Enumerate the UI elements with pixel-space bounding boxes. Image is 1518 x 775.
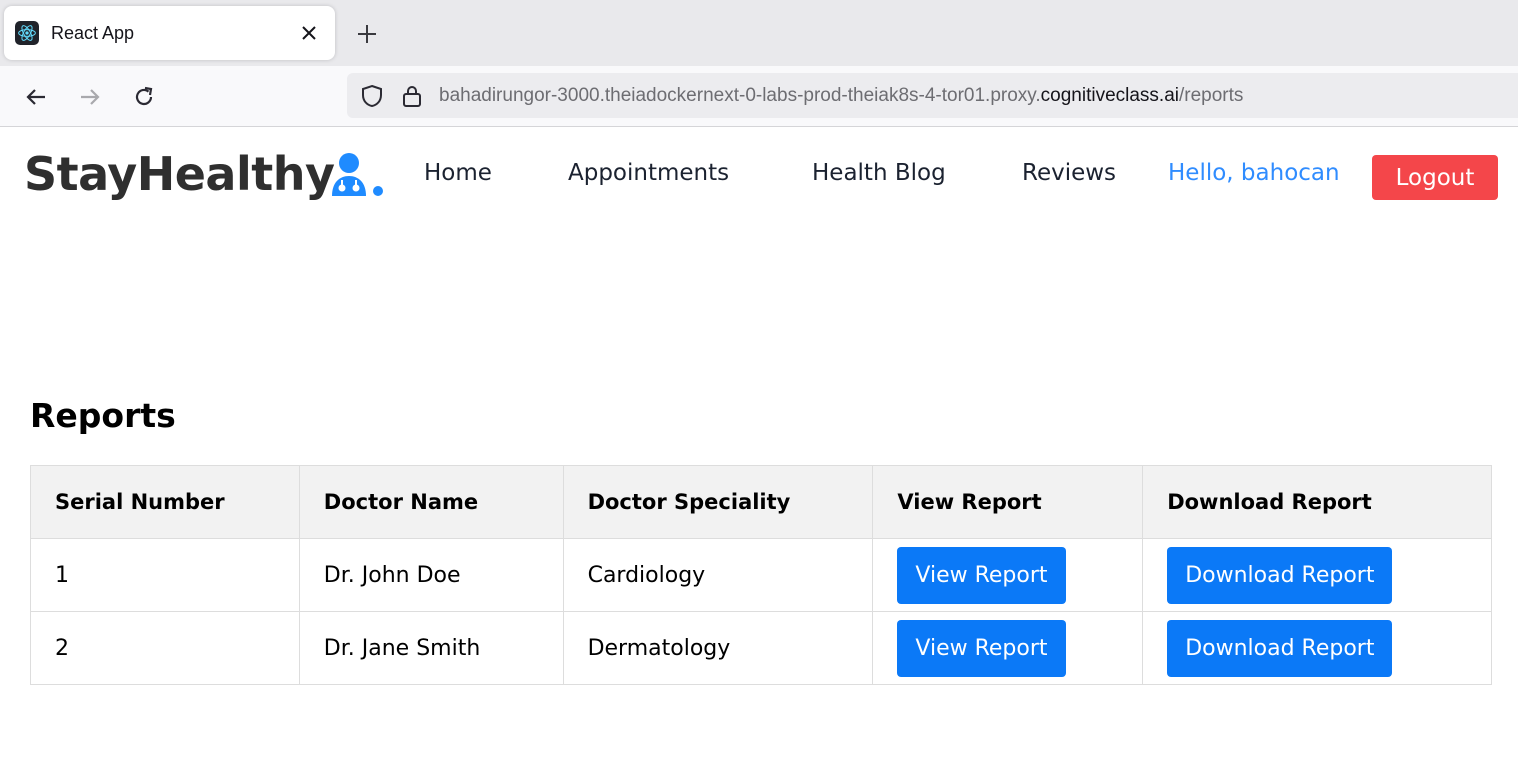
column-header-download-report: Download Report (1142, 465, 1492, 539)
table-header-row: Serial Number Doctor Name Doctor Special… (30, 465, 1492, 539)
download-report-cell: Download Report (1142, 611, 1492, 685)
reload-icon[interactable] (127, 80, 161, 114)
logout-button[interactable]: Logout (1372, 155, 1498, 200)
table-row: 2 Dr. Jane Smith Dermatology View Report… (30, 611, 1492, 685)
close-icon[interactable] (295, 19, 323, 47)
view-report-button[interactable]: View Report (897, 619, 1066, 677)
nav-reviews[interactable]: Reviews (1022, 160, 1116, 186)
doctor-name-cell: Dr. John Doe (298, 538, 564, 612)
download-report-button[interactable]: Download Report (1167, 546, 1393, 604)
page-title: Reports (30, 396, 176, 435)
user-greeting: Hello, bahocan (1168, 160, 1340, 186)
tab-title: React App (51, 23, 135, 43)
column-header-view-report: View Report (872, 465, 1144, 539)
doctor-icon (332, 152, 386, 198)
doctor-speciality-cell: Cardiology (562, 538, 874, 612)
column-header-serial-number: Serial Number (30, 465, 300, 539)
browser-tab[interactable]: React App (4, 6, 335, 60)
download-report-cell: Download Report (1142, 538, 1492, 612)
browser-tab-bar: React App (0, 0, 1518, 66)
nav-health-blog[interactable]: Health Blog (812, 160, 946, 186)
serial-number-cell: 1 (30, 538, 300, 612)
nav-home[interactable]: Home (424, 160, 492, 186)
brand-logo-text[interactable]: StayHealthy (24, 147, 335, 201)
back-arrow-icon[interactable] (19, 80, 53, 114)
reports-table: Serial Number Doctor Name Doctor Special… (30, 465, 1492, 685)
serial-number-cell: 2 (30, 611, 300, 685)
forward-arrow-icon[interactable] (73, 80, 107, 114)
url-text[interactable]: bahadirungor-3000.theiadockernext-0-labs… (439, 73, 1243, 118)
nav-appointments[interactable]: Appointments (568, 160, 729, 186)
table-row: 1 Dr. John Doe Cardiology View Report Do… (30, 538, 1492, 612)
download-report-button[interactable]: Download Report (1167, 619, 1393, 677)
shield-icon[interactable] (359, 83, 385, 109)
column-header-doctor-name: Doctor Name (298, 465, 564, 539)
doctor-speciality-cell: Dermatology (562, 611, 874, 685)
lock-icon[interactable] (399, 83, 425, 109)
app-navbar: StayHealthy Home Appointments Health Blo… (0, 127, 1518, 227)
view-report-cell: View Report (872, 611, 1144, 685)
new-tab-plus-icon[interactable] (352, 19, 382, 49)
url-bar[interactable]: bahadirungor-3000.theiadockernext-0-labs… (347, 73, 1518, 118)
view-report-button[interactable]: View Report (897, 546, 1066, 604)
doctor-name-cell: Dr. Jane Smith (298, 611, 564, 685)
react-logo-icon (15, 21, 39, 45)
view-report-cell: View Report (872, 538, 1144, 612)
browser-toolbar: bahadirungor-3000.theiadockernext-0-labs… (0, 66, 1518, 127)
column-header-doctor-speciality: Doctor Speciality (562, 465, 874, 539)
